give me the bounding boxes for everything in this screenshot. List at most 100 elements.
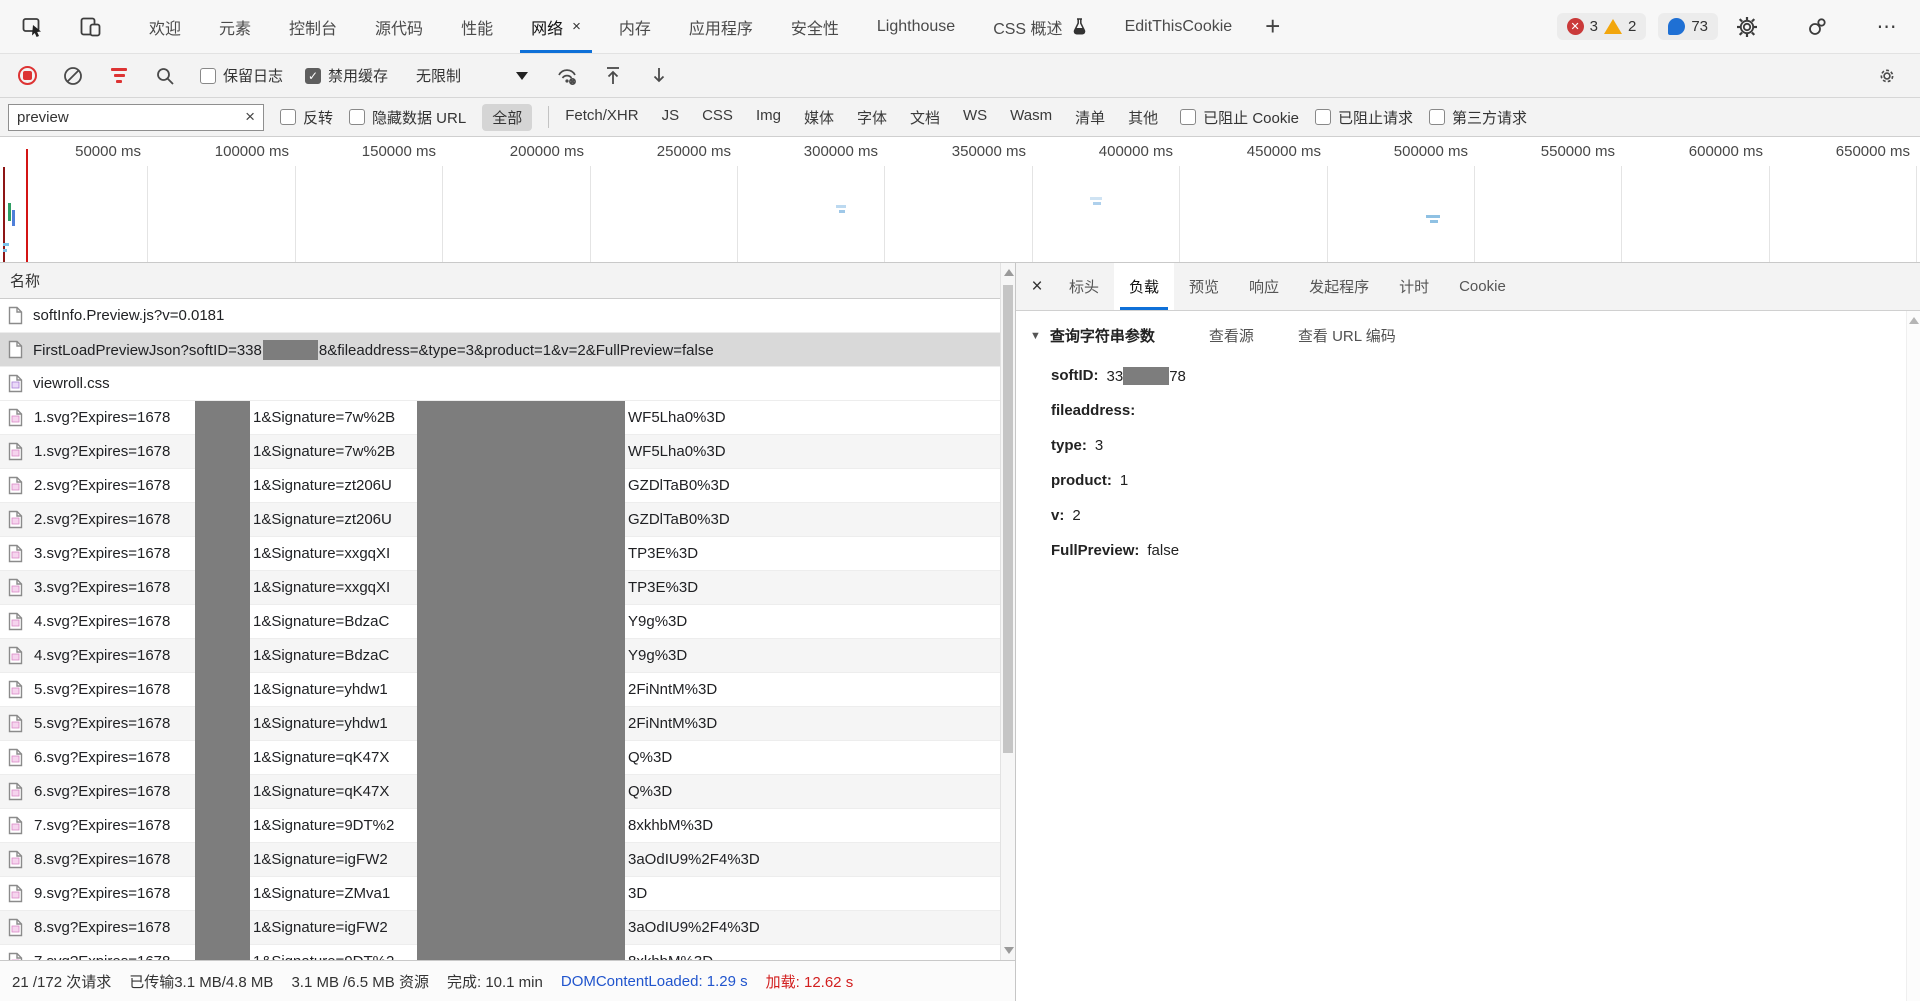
filter-clear-icon[interactable]: × xyxy=(245,107,255,127)
details-scrollbar[interactable] xyxy=(1906,311,1920,1001)
throttling-select[interactable]: 无限制 xyxy=(416,65,528,86)
filter-toggle-button[interactable] xyxy=(102,59,136,93)
blocked-cookies-checkbox[interactable]: 已阻止 Cookie xyxy=(1180,107,1299,128)
scrollbar-thumb[interactable] xyxy=(1003,285,1013,753)
profile-icon[interactable] xyxy=(1800,10,1834,44)
timeline-gridline xyxy=(884,166,885,262)
messages-badge[interactable]: 73 xyxy=(1658,13,1718,40)
inspect-element-icon[interactable] xyxy=(16,10,50,44)
divider xyxy=(548,106,549,128)
preserve-log-label: 保留日志 xyxy=(223,65,283,86)
timeline-tick-label: 450000 ms xyxy=(1201,143,1321,160)
timeline-gridline xyxy=(1474,166,1475,262)
import-har-button[interactable] xyxy=(596,59,630,93)
timeline-tick-label: 350000 ms xyxy=(906,143,1026,160)
tab-应用程序[interactable]: 应用程序 xyxy=(670,0,772,53)
filter-type-Img[interactable]: Img xyxy=(756,107,781,128)
settings-gear-icon[interactable] xyxy=(1730,10,1764,44)
filter-type-CSS[interactable]: CSS xyxy=(702,107,733,128)
close-tab-icon[interactable]: × xyxy=(572,18,581,35)
filter-type-Fetch/XHR[interactable]: Fetch/XHR xyxy=(565,107,638,128)
request-name-tail: Y9g%3D xyxy=(628,639,687,672)
invert-checkbox[interactable]: 反转 xyxy=(280,107,333,128)
timeline-gridline xyxy=(147,166,148,262)
request-name-signature: 1&Signature=qK47X xyxy=(253,775,389,808)
request-name: 1.svg?Expires=1678 xyxy=(34,401,170,434)
tab-Lighthouse[interactable]: Lighthouse xyxy=(858,0,974,53)
detail-tab-响应[interactable]: 响应 xyxy=(1234,263,1294,310)
blocked-requests-checkbox[interactable]: 已阻止请求 xyxy=(1315,107,1413,128)
request-row[interactable]: FirstLoadPreviewJson?softID=3388&fileadd… xyxy=(0,333,1000,367)
name-column-header[interactable]: 名称 xyxy=(0,263,1000,299)
preserve-log-checkbox[interactable]: 保留日志 xyxy=(200,65,283,86)
network-settings-gear-icon[interactable] xyxy=(1870,59,1904,93)
param-value: 3 xyxy=(1095,437,1103,454)
network-overview-timeline[interactable]: 50000 ms100000 ms150000 ms200000 ms25000… xyxy=(0,137,1920,263)
detail-tab-Cookie[interactable]: Cookie xyxy=(1444,263,1521,310)
detail-tab-负载[interactable]: 负载 xyxy=(1114,263,1174,310)
tab-网络[interactable]: 网络× xyxy=(512,0,600,53)
filter-type-清单[interactable]: 清单 xyxy=(1075,107,1105,128)
view-url-encoded-link[interactable]: 查看 URL 编码 xyxy=(1298,325,1396,346)
disable-cache-checkbox[interactable]: 禁用缓存 xyxy=(305,65,388,86)
filter-type-文档[interactable]: 文档 xyxy=(910,107,940,128)
request-name: 4.svg?Expires=1678 xyxy=(34,605,170,638)
detail-tab-标头[interactable]: 标头 xyxy=(1054,263,1114,310)
checkbox-unchecked xyxy=(1315,109,1331,125)
record-button[interactable] xyxy=(10,59,44,93)
filter-type-媒体[interactable]: 媒体 xyxy=(804,107,834,128)
resource-size: 3.1 MB /6.5 MB 资源 xyxy=(291,971,429,992)
waterfall-mark xyxy=(839,210,845,213)
tab-性能[interactable]: 性能 xyxy=(442,0,512,53)
tab-欢迎[interactable]: 欢迎 xyxy=(130,0,200,53)
issues-badge[interactable]: ✕ 3 2 xyxy=(1557,13,1647,40)
request-name-signature: 1&Signature=qK47X xyxy=(253,741,389,774)
export-har-button[interactable] xyxy=(642,59,676,93)
network-conditions-button[interactable] xyxy=(550,59,584,93)
filter-type-JS[interactable]: JS xyxy=(662,107,680,128)
detail-tab-strip: 标头负载预览响应发起程序计时Cookie xyxy=(1054,263,1521,310)
detail-tab-预览[interactable]: 预览 xyxy=(1174,263,1234,310)
search-button[interactable] xyxy=(148,59,182,93)
hide-data-urls-checkbox[interactable]: 隐藏数据 URL xyxy=(349,107,466,128)
request-row[interactable]: softInfo.Preview.js?v=0.0181 xyxy=(0,299,1000,333)
filter-type-all[interactable]: 全部 xyxy=(482,104,532,131)
request-name: 6.svg?Expires=1678 xyxy=(34,741,170,774)
tab-元素[interactable]: 元素 xyxy=(200,0,270,53)
close-details-icon[interactable]: × xyxy=(1020,276,1054,298)
request-name: FirstLoadPreviewJson?softID=3388&fileadd… xyxy=(33,340,714,360)
request-name-tail: Q%3D xyxy=(628,741,672,774)
error-icon: ✕ xyxy=(1567,18,1584,35)
detail-tab-计时[interactable]: 计时 xyxy=(1384,263,1444,310)
third-party-checkbox[interactable]: 第三方请求 xyxy=(1429,107,1527,128)
tab-源代码[interactable]: 源代码 xyxy=(356,0,442,53)
filter-type-其他[interactable]: 其他 xyxy=(1128,107,1158,128)
scroll-down-icon[interactable] xyxy=(1004,947,1014,954)
filter-type-字体[interactable]: 字体 xyxy=(857,107,887,128)
request-name-signature: 1&Signature=9DT%2 xyxy=(253,809,394,842)
query-string-section-header[interactable]: ▼ 查询字符串参数 查看源 查看 URL 编码 xyxy=(1030,325,1920,346)
tab-CSS 概述[interactable]: CSS 概述 xyxy=(974,0,1105,53)
more-options-icon[interactable]: ⋯ xyxy=(1870,10,1904,44)
clear-button[interactable] xyxy=(56,59,90,93)
filter-type-WS[interactable]: WS xyxy=(963,107,987,128)
request-list-scrollbar[interactable] xyxy=(1000,263,1015,960)
network-toolbar: 保留日志 禁用缓存 无限制 xyxy=(0,54,1920,98)
view-source-link[interactable]: 查看源 xyxy=(1209,325,1254,346)
device-toolbar-icon[interactable] xyxy=(74,10,108,44)
request-row[interactable]: viewroll.css xyxy=(0,367,1000,401)
timeline-tick-label: 150000 ms xyxy=(316,143,436,160)
tab-安全性[interactable]: 安全性 xyxy=(772,0,858,53)
request-name-signature: 1&Signature=yhdw1 xyxy=(253,673,388,706)
new-tab-button[interactable]: + xyxy=(1251,0,1294,53)
filter-types: Fetch/XHR JS CSS Img 媒体 字体 文档 WS Wasm 清单 其他 xyxy=(565,107,1158,128)
param-key: product: xyxy=(1051,472,1112,489)
detail-tab-发起程序[interactable]: 发起程序 xyxy=(1294,263,1384,310)
tab-控制台[interactable]: 控制台 xyxy=(270,0,356,53)
filter-type-Wasm[interactable]: Wasm xyxy=(1010,107,1052,128)
tab-EditThisCookie[interactable]: EditThisCookie xyxy=(1106,0,1252,53)
warning-count: 2 xyxy=(1628,18,1636,35)
filter-input[interactable]: preview × xyxy=(8,104,264,131)
scroll-up-icon[interactable] xyxy=(1004,269,1014,276)
tab-内存[interactable]: 内存 xyxy=(600,0,670,53)
